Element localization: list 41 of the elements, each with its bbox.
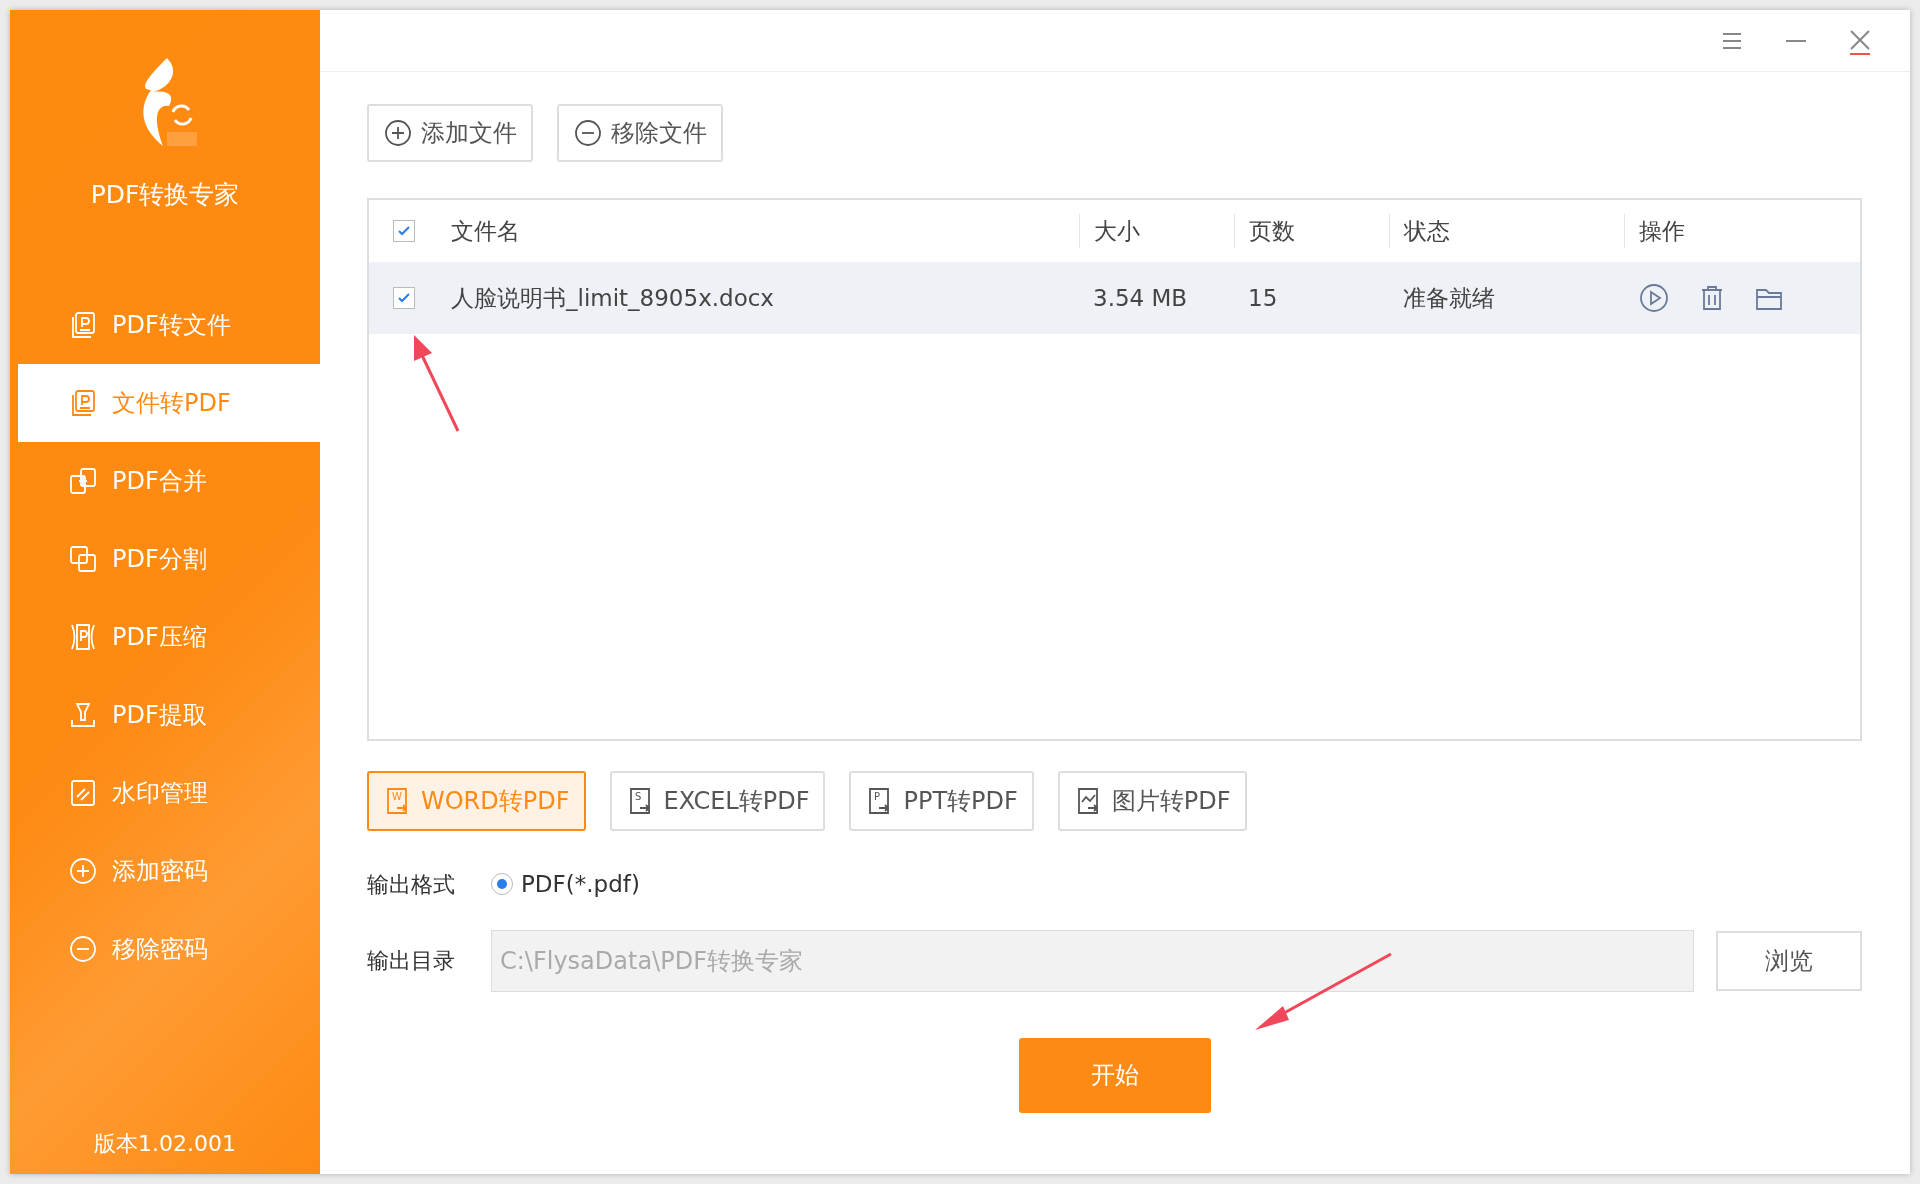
version-label: 版本1.02.001 [93,1130,237,1158]
convert-tab[interactable]: P PPT转PDF [849,771,1034,831]
merge-icon [68,465,98,496]
sidebar-item[interactable]: PDF转文件 [18,285,320,364]
plus-circle-icon [383,118,413,148]
minus-circle-icon [573,118,603,148]
sidebar-item[interactable]: PDF合并 [18,441,320,520]
column-header: 操作 [1624,213,1860,249]
checkbox[interactable] [393,287,415,309]
field-label: 输出目录 [367,947,456,975]
table-cell-text: 人脸说明书_limit_8905x.docx [450,283,775,313]
checkbox[interactable] [393,220,415,242]
play-icon[interactable] [1638,282,1670,314]
sidebar-item[interactable]: 添加密码 [18,831,320,910]
split-icon [68,543,98,574]
column-header: 状态 [1389,213,1624,249]
add-file-button[interactable]: 添加文件 [367,104,533,162]
table-cell-text: 3.54 MB [1092,283,1189,313]
plus-circle-icon [68,855,98,886]
column-header: 大小 [1079,213,1234,249]
table-cell-text: 15 [1247,283,1279,313]
sidebar-item[interactable]: 水印管理 [18,753,320,832]
remove-file-button[interactable]: 移除文件 [557,104,723,162]
convert-tab[interactable]: S EXCEL转PDF [609,771,826,831]
column-header: 文件名 [450,216,521,246]
app-title: PDF转换专家 [89,179,241,211]
table-cell-text: 准备就绪 [1402,283,1496,313]
sidebar-item[interactable]: 文件转PDF [18,363,320,442]
convert-tab[interactable]: W WORD转PDF [367,771,586,831]
minus-circle-icon [68,933,98,964]
field-label: 输出格式 [367,870,456,899]
compress-icon [68,621,98,652]
convert-tab[interactable]: 图片转PDF [1057,771,1247,831]
radio-label: PDF(*.pdf) [521,870,640,899]
column-header: 页数 [1234,213,1389,249]
sidebar-item[interactable]: PDF压缩 [18,597,320,676]
sidebar-item[interactable]: PDF分割 [18,519,320,598]
sidebar-item[interactable]: PDF提取 [18,675,320,754]
start-button[interactable]: 开始 [1018,1037,1211,1113]
watermark-icon [68,777,98,808]
sidebar-item[interactable]: 移除密码 [18,909,320,988]
